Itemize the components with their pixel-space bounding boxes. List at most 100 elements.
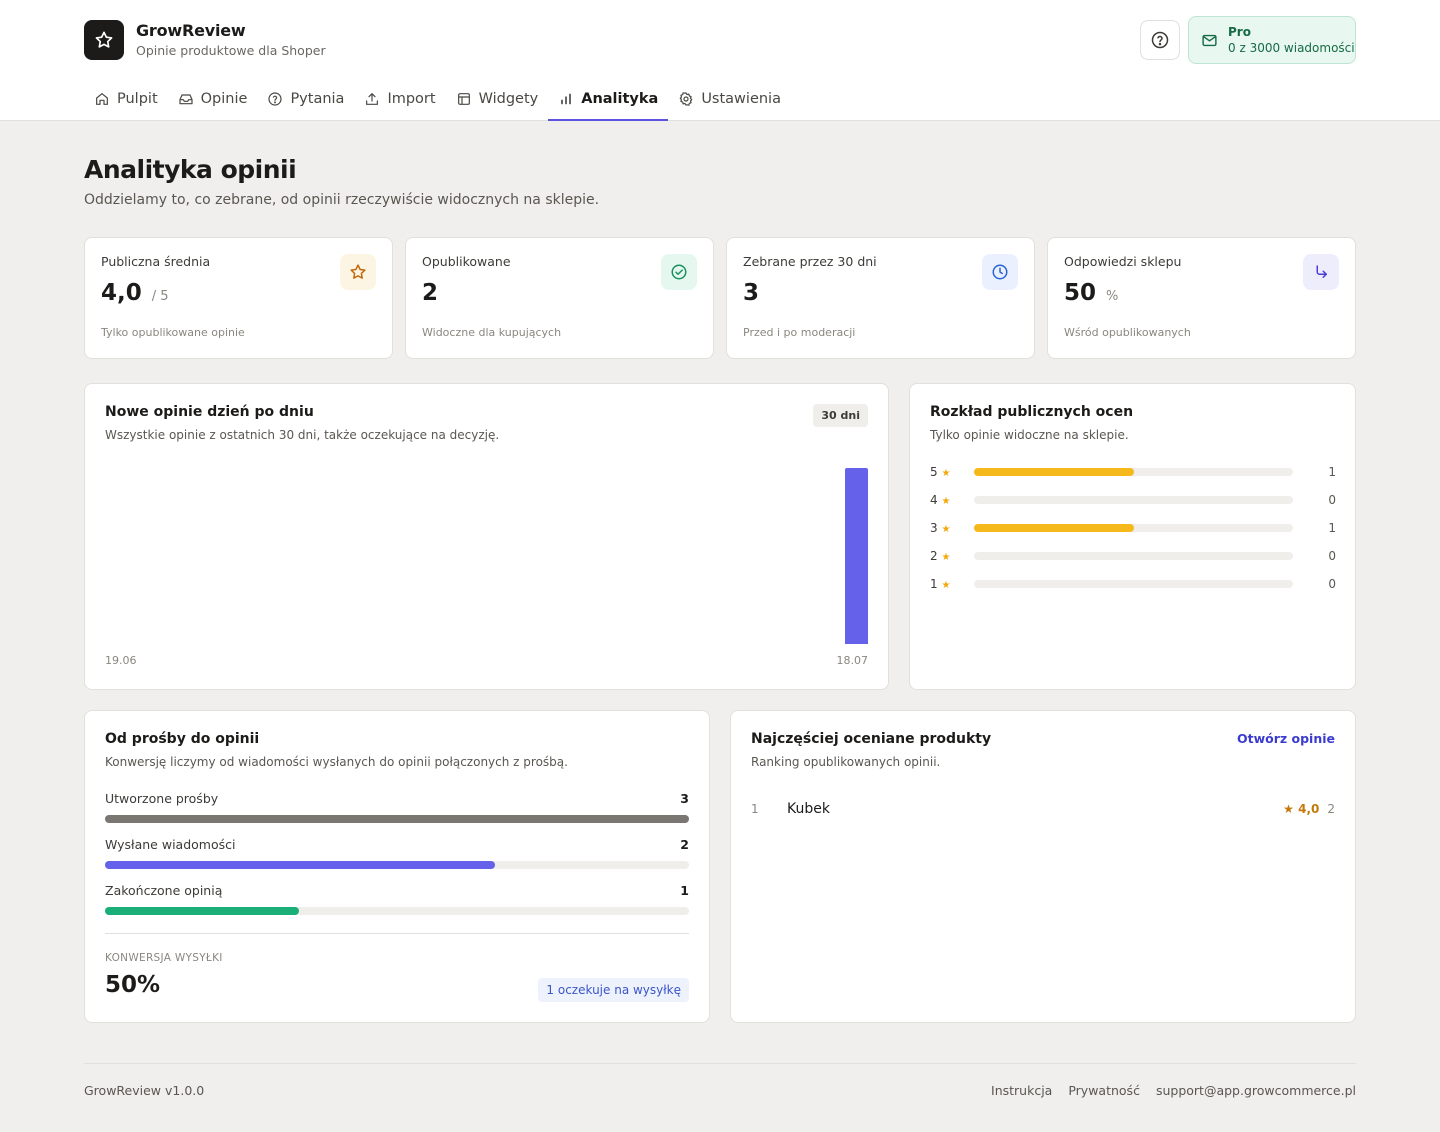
stat-value: 3	[743, 280, 760, 306]
product-row[interactable]: 1 Kubek ★ 4,0 2	[751, 801, 1335, 817]
funnel-step: Zakończone opinią 1	[105, 883, 689, 915]
star-icon: ★	[941, 580, 951, 591]
product-rank: 1	[751, 802, 759, 816]
tab-ustawienia[interactable]: Ustawienia	[668, 78, 791, 120]
gear-icon	[679, 92, 693, 106]
plan-usage: 0 z 3000 wiadomości	[1228, 40, 1355, 55]
rating-label: 2 ★	[930, 549, 951, 563]
tab-pulpit[interactable]: Pulpit	[84, 78, 168, 120]
stat-label: Opublikowane	[422, 254, 511, 269]
card-subtitle: Tylko opinie widoczne na sklepie.	[930, 428, 1129, 442]
stat-label: Odpowiedzi sklepu	[1064, 254, 1182, 269]
tab-import[interactable]: Import	[354, 78, 445, 120]
rating-row: 5 ★ 1	[930, 464, 1336, 480]
stat-label: Zebrane przez 30 dni	[743, 254, 877, 269]
star-icon: ★	[941, 468, 951, 479]
brand[interactable]: GrowReview Opinie produktowe dla Shoper	[84, 20, 326, 60]
rating-fill	[974, 524, 1134, 532]
footer-link-instructions[interactable]: Instrukcja	[991, 1083, 1052, 1098]
tab-pytania[interactable]: Pytania	[257, 78, 354, 120]
tab-label: Widgety	[478, 91, 539, 107]
check-circle-icon	[671, 264, 687, 280]
funnel-fill	[105, 861, 495, 869]
star-icon: ★	[941, 496, 951, 507]
rating-track	[974, 552, 1293, 560]
product-review-count: 2	[1327, 802, 1335, 816]
funnel-fill	[105, 815, 689, 823]
funnel-step-label: Utworzone prośby	[105, 791, 219, 806]
footer-version: GrowReview v1.0.0	[84, 1083, 205, 1098]
stat-icon-box	[661, 254, 697, 290]
pending-badge[interactable]: 1 oczekuje na wysyłkę	[538, 978, 689, 1002]
day-bar	[845, 468, 868, 644]
rating-track	[974, 468, 1293, 476]
funnel-step-label: Zakończone opinią	[105, 883, 223, 898]
rating-count: 1	[1328, 465, 1336, 479]
rating-fill	[974, 468, 1134, 476]
divider	[105, 933, 689, 934]
rating-label: 3 ★	[930, 521, 951, 535]
tab-label: Import	[387, 91, 436, 107]
rating-distribution-card: Rozkład publicznych ocen Tylko opinie wi…	[909, 383, 1356, 690]
tab-label: Pytania	[290, 91, 345, 107]
main-nav: Pulpit Opinie Pytania Import Widgety Ana…	[84, 78, 791, 121]
funnel-step: Wysłane wiadomości 2	[105, 837, 689, 869]
star-icon	[350, 264, 366, 279]
funnel-step: Utworzone prośby 3	[105, 791, 689, 823]
inbox-icon	[179, 94, 193, 105]
tab-opinie[interactable]: Opinie	[168, 78, 258, 120]
star-icon: ★	[941, 524, 951, 535]
brand-subtitle: Opinie produktowe dla Shoper	[136, 43, 326, 58]
funnel-track	[105, 861, 689, 869]
stat-card-replies: Odpowiedzi sklepu 50 % Wśród opublikowan…	[1047, 237, 1356, 359]
funnel-card: Od prośby do opinii Konwersję liczymy od…	[84, 710, 710, 1023]
range-badge[interactable]: 30 dni	[813, 404, 868, 427]
open-reviews-link[interactable]: Otwórz opinie	[1237, 731, 1335, 746]
footer-divider	[84, 1063, 1356, 1064]
stat-label: Publiczna średnia	[101, 254, 211, 269]
rating-label: 5 ★	[930, 465, 951, 479]
rating-row: 2 ★ 0	[930, 548, 1336, 564]
stat-note: Przed i po moderacji	[743, 326, 856, 339]
stat-suffix: %	[1106, 289, 1119, 304]
rating-row: 4 ★ 0	[930, 492, 1336, 508]
stat-value: 2	[422, 280, 439, 306]
stat-card-average: Publiczna średnia 4,0 / 5 Tylko opubliko…	[84, 237, 393, 359]
card-subtitle: Wszystkie opinie z ostatnich 30 dni, tak…	[105, 428, 500, 442]
question-icon	[268, 92, 283, 106]
stat-icon-box	[1303, 254, 1339, 290]
stat-value: 4,0 / 5	[101, 280, 169, 306]
mail-icon	[1202, 34, 1217, 46]
stat-icon-box	[982, 254, 1018, 290]
brand-logo	[84, 20, 124, 60]
card-subtitle: Konwersję liczymy od wiadomości wysłanyc…	[105, 755, 568, 769]
stat-note: Tylko opublikowane opinie	[101, 326, 245, 339]
tab-widgety[interactable]: Widgety	[446, 78, 549, 120]
top-products-card: Najczęściej oceniane produkty Ranking op…	[730, 710, 1356, 1023]
brand-name: GrowReview	[136, 21, 246, 40]
plan-badge[interactable]: Pro 0 z 3000 wiadomości	[1188, 16, 1356, 64]
rating-count: 1	[1328, 521, 1336, 535]
rating-count: 0	[1328, 549, 1336, 563]
stat-suffix: / 5	[151, 289, 169, 304]
stat-card-published: Opublikowane 2 Widoczne dla kupujących	[405, 237, 714, 359]
funnel-step-label: Wysłane wiadomości	[105, 837, 236, 852]
page-subtitle: Oddzielamy to, co zebrane, od opinii rze…	[84, 192, 600, 208]
funnel-step-value: 3	[680, 791, 689, 806]
rating-label: 4 ★	[930, 493, 951, 507]
product-rating: ★ 4,0	[1283, 802, 1320, 816]
footer-link-privacy[interactable]: Prywatność	[1068, 1083, 1140, 1098]
product-name: Kubek	[787, 801, 830, 817]
footer-link-support[interactable]: support@app.growcommerce.pl	[1156, 1083, 1356, 1098]
funnel-fill	[105, 907, 300, 915]
rating-label: 1 ★	[930, 577, 951, 591]
rating-track	[974, 524, 1293, 532]
rating-track	[974, 496, 1293, 504]
rating-track	[974, 580, 1293, 588]
stat-note: Wśród opublikowanych	[1064, 326, 1191, 339]
tab-analityka[interactable]: Analityka	[548, 78, 669, 121]
tab-label: Pulpit	[117, 91, 158, 107]
card-title: Rozkład publicznych ocen	[930, 404, 1134, 420]
rating-count: 0	[1328, 577, 1336, 591]
help-button[interactable]	[1140, 20, 1180, 60]
